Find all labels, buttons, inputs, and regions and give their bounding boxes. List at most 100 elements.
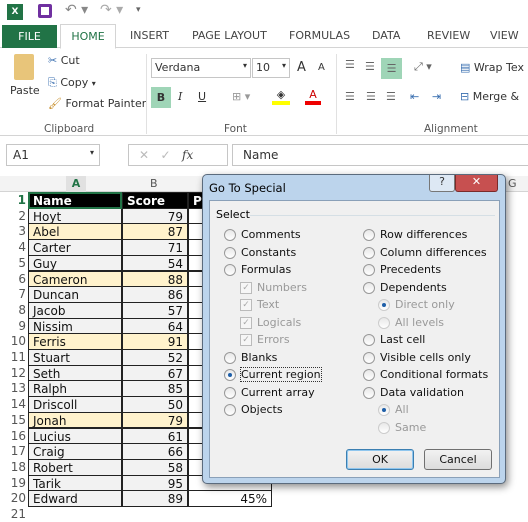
radio-button[interactable] [363,264,375,276]
table-cell[interactable]: 89 [122,490,188,507]
header-cell[interactable]: Score [122,192,188,209]
table-cell[interactable]: Seth [28,364,122,382]
customize-qat-icon[interactable]: ▾ [136,5,141,15]
option-objects[interactable]: Objects [241,403,283,416]
option-column-differences[interactable]: Column differences [380,246,487,259]
table-cell[interactable]: 50 [122,396,188,413]
bold-button[interactable]: B [151,87,171,108]
radio-button[interactable] [224,246,236,259]
align-middle-button[interactable]: ☰ [365,60,375,73]
table-cell[interactable]: Guy [28,254,122,272]
table-cell[interactable]: 71 [122,239,188,256]
tab-review[interactable]: REVIEW [427,29,470,42]
row-header[interactable]: 2 [0,208,26,224]
borders-button[interactable]: ⊞ ▾ [232,90,250,103]
row-header[interactable]: 1 [0,192,26,208]
table-cell[interactable]: 54 [122,254,188,272]
underline-button[interactable]: U [198,90,206,103]
table-cell[interactable]: 52 [122,349,188,366]
table-cell[interactable]: Abel [28,223,122,241]
row-header[interactable]: 11 [0,349,26,365]
format-painter-button[interactable]: 🖌 Format Painter [48,97,146,110]
name-box[interactable]: A1 ▾ [6,144,100,166]
table-cell[interactable]: 86 [122,286,188,303]
font-size-select[interactable]: 10 ▾ [252,58,290,78]
active-cell-a1[interactable] [28,192,122,209]
row-header[interactable]: 8 [0,302,26,318]
tab-page-layout[interactable]: PAGE LAYOUT [192,29,267,42]
radio-button[interactable] [363,369,375,381]
option-precedents[interactable]: Precedents [380,263,441,276]
close-button[interactable]: ✕ [455,175,498,192]
copy-button[interactable]: ⎘ Copy ▾ [48,76,96,90]
row-header[interactable]: 10 [0,333,26,349]
radio-button[interactable] [363,229,375,241]
table-cell[interactable]: 67 [122,364,188,382]
row-header[interactable]: 16 [0,428,26,444]
table-cell[interactable]: 87 [122,223,188,241]
option-last-cell[interactable]: Last cell [380,333,425,346]
table-cell[interactable]: 95 [122,474,188,492]
save-icon[interactable] [38,4,52,18]
option-row-differences[interactable]: Row differences [380,228,467,241]
table-cell[interactable]: Duncan [28,286,122,303]
font-color-button[interactable]: A [305,88,321,105]
align-right-button[interactable]: ☰ [386,90,396,103]
merge-button[interactable]: ⊟ Merge & [460,90,519,103]
option-dependents[interactable]: Dependents [380,281,447,294]
option-formulas[interactable]: Formulas [241,263,291,276]
cut-button[interactable]: ✂ Cut [48,54,80,67]
table-cell[interactable]: 79 [122,207,188,225]
table-cell[interactable]: 85 [122,380,188,398]
cancel-button[interactable]: Cancel [424,449,492,470]
row-header[interactable]: 13 [0,380,26,396]
option-blanks[interactable]: Blanks [241,351,277,364]
option-conditional-formats[interactable]: Conditional formats [380,368,488,381]
tab-formulas[interactable]: FORMULAS [289,29,350,42]
column-header-b[interactable]: B [150,176,158,192]
tab-view[interactable]: VIEW [490,29,519,42]
increase-indent-button[interactable]: ⇥ [432,90,441,103]
orientation-button[interactable]: ⤢ ▾ [414,60,432,74]
table-cell[interactable]: 45% [188,490,272,507]
radio-button[interactable] [224,351,236,364]
table-cell[interactable]: Lucius [28,427,122,445]
align-top-button[interactable]: ☰ [345,58,355,71]
decrease-indent-button[interactable]: ⇤ [410,90,419,103]
grow-font-button[interactable]: A [297,60,306,75]
table-cell[interactable]: 61 [122,427,188,445]
row-header[interactable]: 20 [0,490,26,506]
column-header-g[interactable]: G [508,176,517,192]
formula-input[interactable]: Name [232,144,528,166]
align-bottom-button[interactable]: ☰ [381,58,402,79]
table-cell[interactable]: Jonah [28,411,122,429]
table-cell[interactable]: 58 [122,458,188,476]
radio-button[interactable] [363,386,375,399]
radio-button[interactable] [224,264,236,276]
row-header[interactable]: 15 [0,412,26,428]
radio-button[interactable] [224,229,236,241]
row-header[interactable]: 17 [0,443,26,459]
fill-color-button[interactable]: ◈ [272,88,290,105]
table-cell[interactable]: 79 [122,411,188,429]
shrink-font-button[interactable]: A [318,62,325,73]
ok-button[interactable]: OK [346,449,414,470]
option-comments[interactable]: Comments [241,228,301,241]
font-name-select[interactable]: Verdana ▾ [151,58,251,78]
option-data-validation[interactable]: Data validation [380,386,464,399]
table-cell[interactable]: 66 [122,443,188,460]
column-header-a[interactable]: A [66,176,86,192]
row-header[interactable]: 4 [0,239,26,255]
option-current-array[interactable]: Current array [241,386,315,399]
row-header[interactable]: 19 [0,475,26,491]
row-header[interactable]: 3 [0,223,26,239]
table-cell[interactable]: 64 [122,317,188,335]
table-cell[interactable]: Nissim [28,317,122,335]
row-header[interactable]: 5 [0,255,26,271]
table-cell[interactable]: Driscoll [28,396,122,413]
radio-button[interactable] [224,404,236,416]
help-button[interactable]: ? [429,175,455,192]
row-header[interactable]: 9 [0,318,26,334]
undo-icon[interactable]: ↶ ▾ [65,2,88,18]
radio-button[interactable] [363,246,375,259]
